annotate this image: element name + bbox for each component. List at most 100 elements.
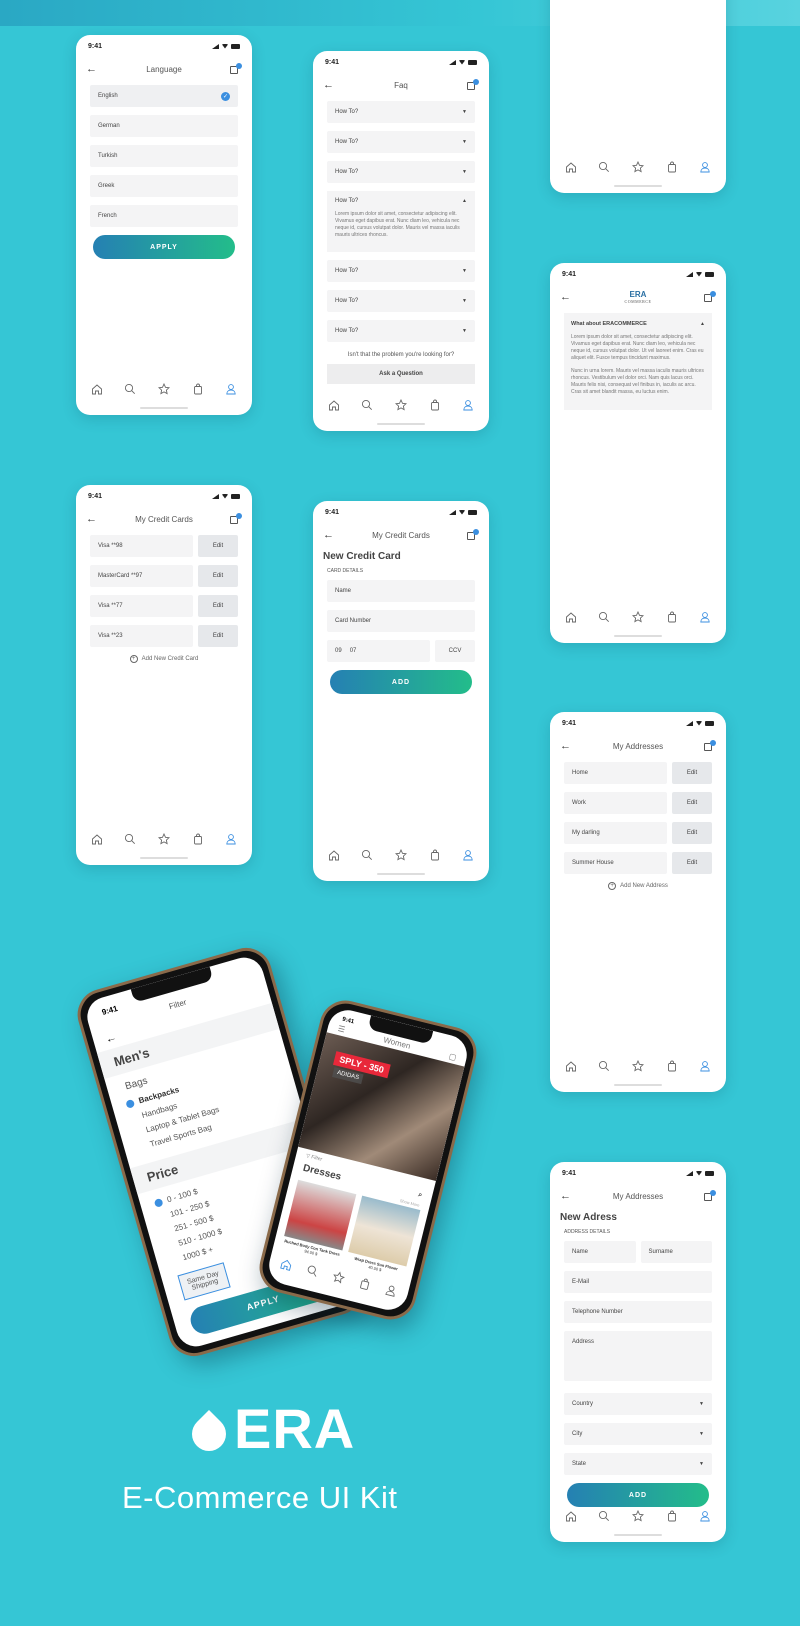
user-icon[interactable] (225, 833, 237, 845)
bag-icon[interactable] (192, 833, 204, 845)
star-icon[interactable] (157, 383, 170, 395)
user-icon[interactable] (462, 849, 474, 861)
language-option-greek[interactable]: Greek (90, 175, 238, 197)
cart-icon[interactable]: ▢ (448, 1052, 458, 1063)
language-option-french[interactable]: French (90, 205, 238, 227)
apply-button[interactable]: APPLY (93, 235, 235, 259)
add-credit-card-link[interactable]: + Add New Credit Card (90, 655, 238, 663)
faq-item-expanded[interactable]: How To? ▲ Lorem ipsum dolor sit amet, cons… (327, 191, 475, 252)
search-icon[interactable]: ⌕ (416, 1191, 422, 1203)
bag-icon[interactable] (357, 1277, 372, 1292)
card-item[interactable]: Visa **98 (90, 535, 193, 557)
star-icon[interactable] (157, 833, 170, 845)
back-arrow-icon[interactable]: ← (86, 513, 100, 525)
star-icon[interactable] (631, 1060, 644, 1072)
menu-icon[interactable]: ☰ (337, 1024, 346, 1034)
cart-icon[interactable] (702, 291, 716, 303)
star-icon[interactable] (394, 399, 407, 411)
home-icon[interactable] (91, 383, 103, 395)
card-item[interactable]: Visa **23 (90, 625, 193, 647)
bag-icon[interactable] (666, 1510, 678, 1522)
address-field[interactable]: Address (564, 1331, 712, 1381)
telephone-field[interactable]: Telephone Number (564, 1301, 712, 1323)
same-day-shipping-toggle[interactable]: Same Day Shipping (177, 1262, 231, 1301)
edit-button[interactable]: Edit (672, 792, 712, 814)
name-field[interactable]: Name (564, 1241, 636, 1263)
expiry-field[interactable]: 09 07 (327, 640, 430, 662)
cart-icon[interactable] (702, 740, 716, 752)
back-arrow-icon[interactable]: ← (560, 291, 574, 303)
home-icon[interactable] (565, 1510, 577, 1522)
home-icon[interactable] (565, 1060, 577, 1072)
search-icon[interactable] (598, 1510, 610, 1522)
home-icon[interactable] (328, 399, 340, 411)
search-icon[interactable] (598, 1060, 610, 1072)
star-icon[interactable] (631, 161, 644, 173)
back-arrow-icon[interactable]: ← (560, 1190, 574, 1202)
about-section[interactable]: What about ERACOMMERCE ▲ Lorem ipsum dolor… (564, 313, 712, 410)
surname-field[interactable]: Surname (640, 1241, 712, 1263)
search-icon[interactable] (124, 383, 136, 395)
edit-button[interactable]: Edit (672, 762, 712, 784)
back-arrow-icon[interactable]: ← (86, 63, 100, 75)
address-item[interactable]: My darling (564, 822, 667, 844)
edit-button[interactable]: Edit (672, 852, 712, 874)
search-icon[interactable] (361, 399, 373, 411)
address-item[interactable]: Summer House (564, 852, 667, 874)
search-icon[interactable] (124, 833, 136, 845)
search-icon[interactable] (598, 611, 610, 623)
bag-icon[interactable] (192, 383, 204, 395)
edit-button[interactable]: Edit (198, 595, 238, 617)
faq-item[interactable]: How To? ▼ (327, 290, 475, 312)
edit-button[interactable]: Edit (198, 535, 238, 557)
cart-icon[interactable] (228, 63, 242, 75)
user-icon[interactable] (699, 1510, 711, 1522)
faq-item[interactable]: How To? ▼ (327, 161, 475, 183)
add-address-link[interactable]: + Add New Address (564, 882, 712, 890)
ask-question-button[interactable]: Ask a Question (327, 364, 475, 384)
back-arrow-icon[interactable]: ← (323, 529, 337, 541)
home-icon[interactable] (565, 161, 577, 173)
user-icon[interactable] (383, 1283, 398, 1298)
user-icon[interactable] (699, 161, 711, 173)
faq-item[interactable]: How To? ▼ (327, 101, 475, 123)
address-item[interactable]: Work (564, 792, 667, 814)
search-icon[interactable] (598, 161, 610, 173)
language-option-english[interactable]: English ✓ (90, 85, 238, 107)
city-select[interactable]: City ▼ (564, 1423, 712, 1445)
home-icon[interactable] (91, 833, 103, 845)
cart-icon[interactable] (228, 513, 242, 525)
card-number-field[interactable]: Card Number (327, 610, 475, 632)
bag-icon[interactable] (666, 611, 678, 623)
faq-item[interactable]: How To? ▼ (327, 320, 475, 342)
user-icon[interactable] (699, 611, 711, 623)
add-button[interactable]: ADD (330, 670, 472, 694)
address-item[interactable]: Home (564, 762, 667, 784)
star-icon[interactable] (631, 611, 644, 623)
email-field[interactable]: E-Mail (564, 1271, 712, 1293)
star-icon[interactable] (331, 1270, 346, 1285)
cart-icon[interactable] (702, 1190, 716, 1202)
search-icon[interactable] (305, 1264, 320, 1279)
country-select[interactable]: Country ▼ (564, 1393, 712, 1415)
home-icon[interactable] (565, 611, 577, 623)
bag-icon[interactable] (666, 1060, 678, 1072)
language-option-turkish[interactable]: Turkish (90, 145, 238, 167)
faq-item[interactable]: How To? ▼ (327, 131, 475, 153)
name-field[interactable]: Name (327, 580, 475, 602)
card-item[interactable]: MasterCard **97 (90, 565, 193, 587)
home-icon[interactable] (328, 849, 340, 861)
user-icon[interactable] (462, 399, 474, 411)
star-icon[interactable] (394, 849, 407, 861)
product-card[interactable]: Ruched Body Con Tank Dress 94.00 $ (281, 1179, 357, 1262)
home-icon[interactable] (279, 1257, 294, 1272)
search-icon[interactable] (361, 849, 373, 861)
product-card[interactable]: Wrap Dress Sun Flower 40.00 $ (345, 1195, 421, 1278)
back-arrow-icon[interactable]: ← (323, 79, 337, 91)
ccv-field[interactable]: CCV (435, 640, 475, 662)
user-icon[interactable] (699, 1060, 711, 1072)
faq-item[interactable]: How To? ▼ (327, 260, 475, 282)
back-arrow-icon[interactable]: ← (560, 740, 574, 752)
edit-button[interactable]: Edit (198, 625, 238, 647)
cart-icon[interactable] (465, 529, 479, 541)
